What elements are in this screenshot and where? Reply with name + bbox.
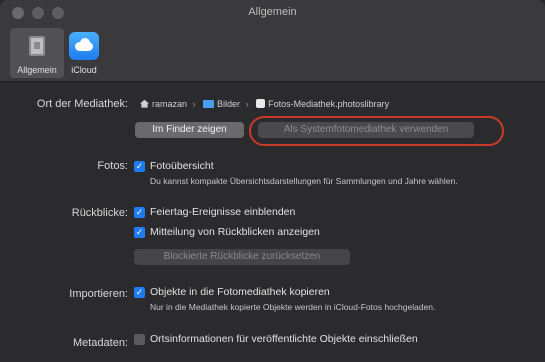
preferences-window: Allgemein Allgemein iCloud Ort der Media… (0, 0, 545, 362)
tab-allgemein[interactable]: Allgemein (10, 28, 64, 78)
photo-overview-label: Fotoübersicht (150, 160, 214, 172)
tab-icloud-label: iCloud (71, 65, 97, 75)
tab-allgemein-label: Allgemein (17, 65, 57, 75)
icloud-icon (69, 32, 99, 60)
path-separator: › (245, 98, 249, 109)
import-label: Importieren: (69, 288, 128, 300)
holiday-events-checkbox[interactable]: ✓ (134, 207, 145, 218)
photos-label: Fotos: (97, 160, 128, 172)
tab-icloud[interactable]: iCloud (66, 28, 102, 78)
copy-to-library-checkbox[interactable]: ✓ (134, 287, 145, 298)
path-user: ramazan (152, 98, 188, 109)
copy-to-library-label: Objekte in die Fotomediathek kopieren (150, 286, 330, 298)
window-title: Allgemein (248, 6, 297, 18)
include-location-checkbox[interactable] (134, 334, 145, 345)
photos-library-icon (256, 99, 266, 109)
library-path: ramazan › Bilder › Fotos-Mediathek.photo… (140, 98, 389, 109)
general-prefs-icon (29, 36, 45, 56)
folder-icon (203, 99, 215, 108)
show-in-finder-button[interactable]: Im Finder zeigen (135, 122, 244, 138)
metadata-label: Metadaten: (72, 337, 128, 349)
include-location-label: Ortsinformationen für veröffentlichte Ob… (150, 333, 418, 345)
photo-overview-description: Du kannst kompakte Übersichtsdarstellung… (150, 176, 458, 186)
holiday-events-label: Feiertag-Ereignisse einblenden (150, 206, 296, 218)
highlight-annotation (249, 116, 504, 146)
path-library: Fotos-Mediathek.photoslibrary (268, 98, 390, 109)
home-icon (140, 99, 149, 108)
memories-label: Rückblicke: (71, 207, 128, 219)
library-location-label: Ort der Mediathek: (36, 98, 128, 110)
memories-notification-label: Mitteilung von Rückblicken anzeigen (150, 226, 320, 238)
copy-to-library-description: Nur in die Mediathek kopierte Objekte we… (150, 302, 436, 312)
memories-notification-checkbox[interactable]: ✓ (134, 227, 145, 238)
path-separator: › (192, 98, 196, 109)
photo-overview-checkbox[interactable]: ✓ (134, 161, 145, 172)
title-bar: Allgemein (0, 0, 545, 26)
reset-blocked-memories-button: Blockierte Rückblicke zurücksetzen (134, 249, 350, 265)
toolbar: Allgemein iCloud (0, 26, 545, 82)
path-folder: Bilder (217, 98, 241, 109)
